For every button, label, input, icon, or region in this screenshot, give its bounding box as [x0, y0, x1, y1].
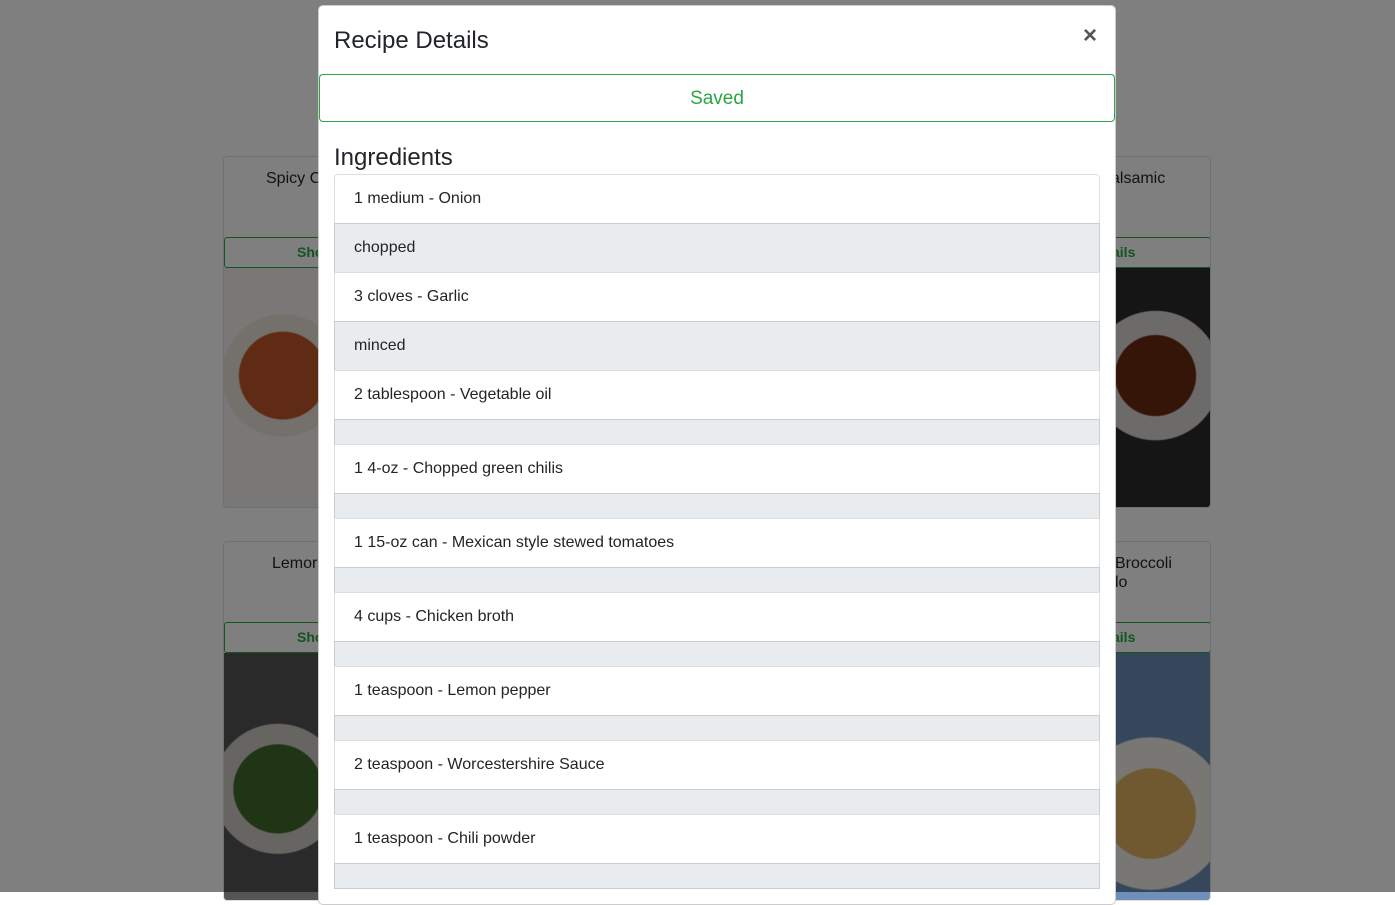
ingredient-note: chopped [334, 223, 1100, 273]
close-icon: × [1082, 22, 1097, 49]
ingredient-note [334, 493, 1100, 519]
ingredient-item: 1 medium - Onion [334, 174, 1100, 224]
ingredient-item: 4 cups - Chicken broth [334, 592, 1100, 642]
ingredient-item: 2 tablespoon - Vegetable oil [334, 370, 1100, 420]
recipe-details-modal: Recipe Details × Saved Ingredients 1 med… [318, 5, 1116, 905]
ingredient-note [334, 567, 1100, 593]
modal-header: Recipe Details × [319, 6, 1115, 75]
close-button[interactable]: × [1079, 22, 1101, 50]
ingredients-list: 1 medium - Onion chopped 3 cloves - Garlic… [334, 174, 1100, 889]
ingredient-item: 3 cloves - Garlic [334, 272, 1100, 322]
ingredients-heading: Ingredients [334, 144, 453, 171]
ingredient-item: 1 15-oz can - Mexican style stewed tomat… [334, 518, 1100, 568]
ingredient-item: 2 teaspoon - Worcestershire Sauce [334, 740, 1100, 790]
ingredient-note [334, 715, 1100, 741]
saved-button[interactable]: Saved [319, 74, 1115, 122]
ingredient-note [334, 789, 1100, 815]
ingredient-item: 1 teaspoon - Lemon pepper [334, 666, 1100, 716]
ingredient-item: 1 4-oz - Chopped green chilis [334, 444, 1100, 494]
ingredient-note [334, 419, 1100, 445]
ingredient-note [334, 641, 1100, 667]
modal-title: Recipe Details [334, 27, 489, 54]
ingredient-note: minced [334, 321, 1100, 371]
ingredient-note [334, 863, 1100, 889]
ingredient-item: 1 teaspoon - Chili powder [334, 814, 1100, 864]
